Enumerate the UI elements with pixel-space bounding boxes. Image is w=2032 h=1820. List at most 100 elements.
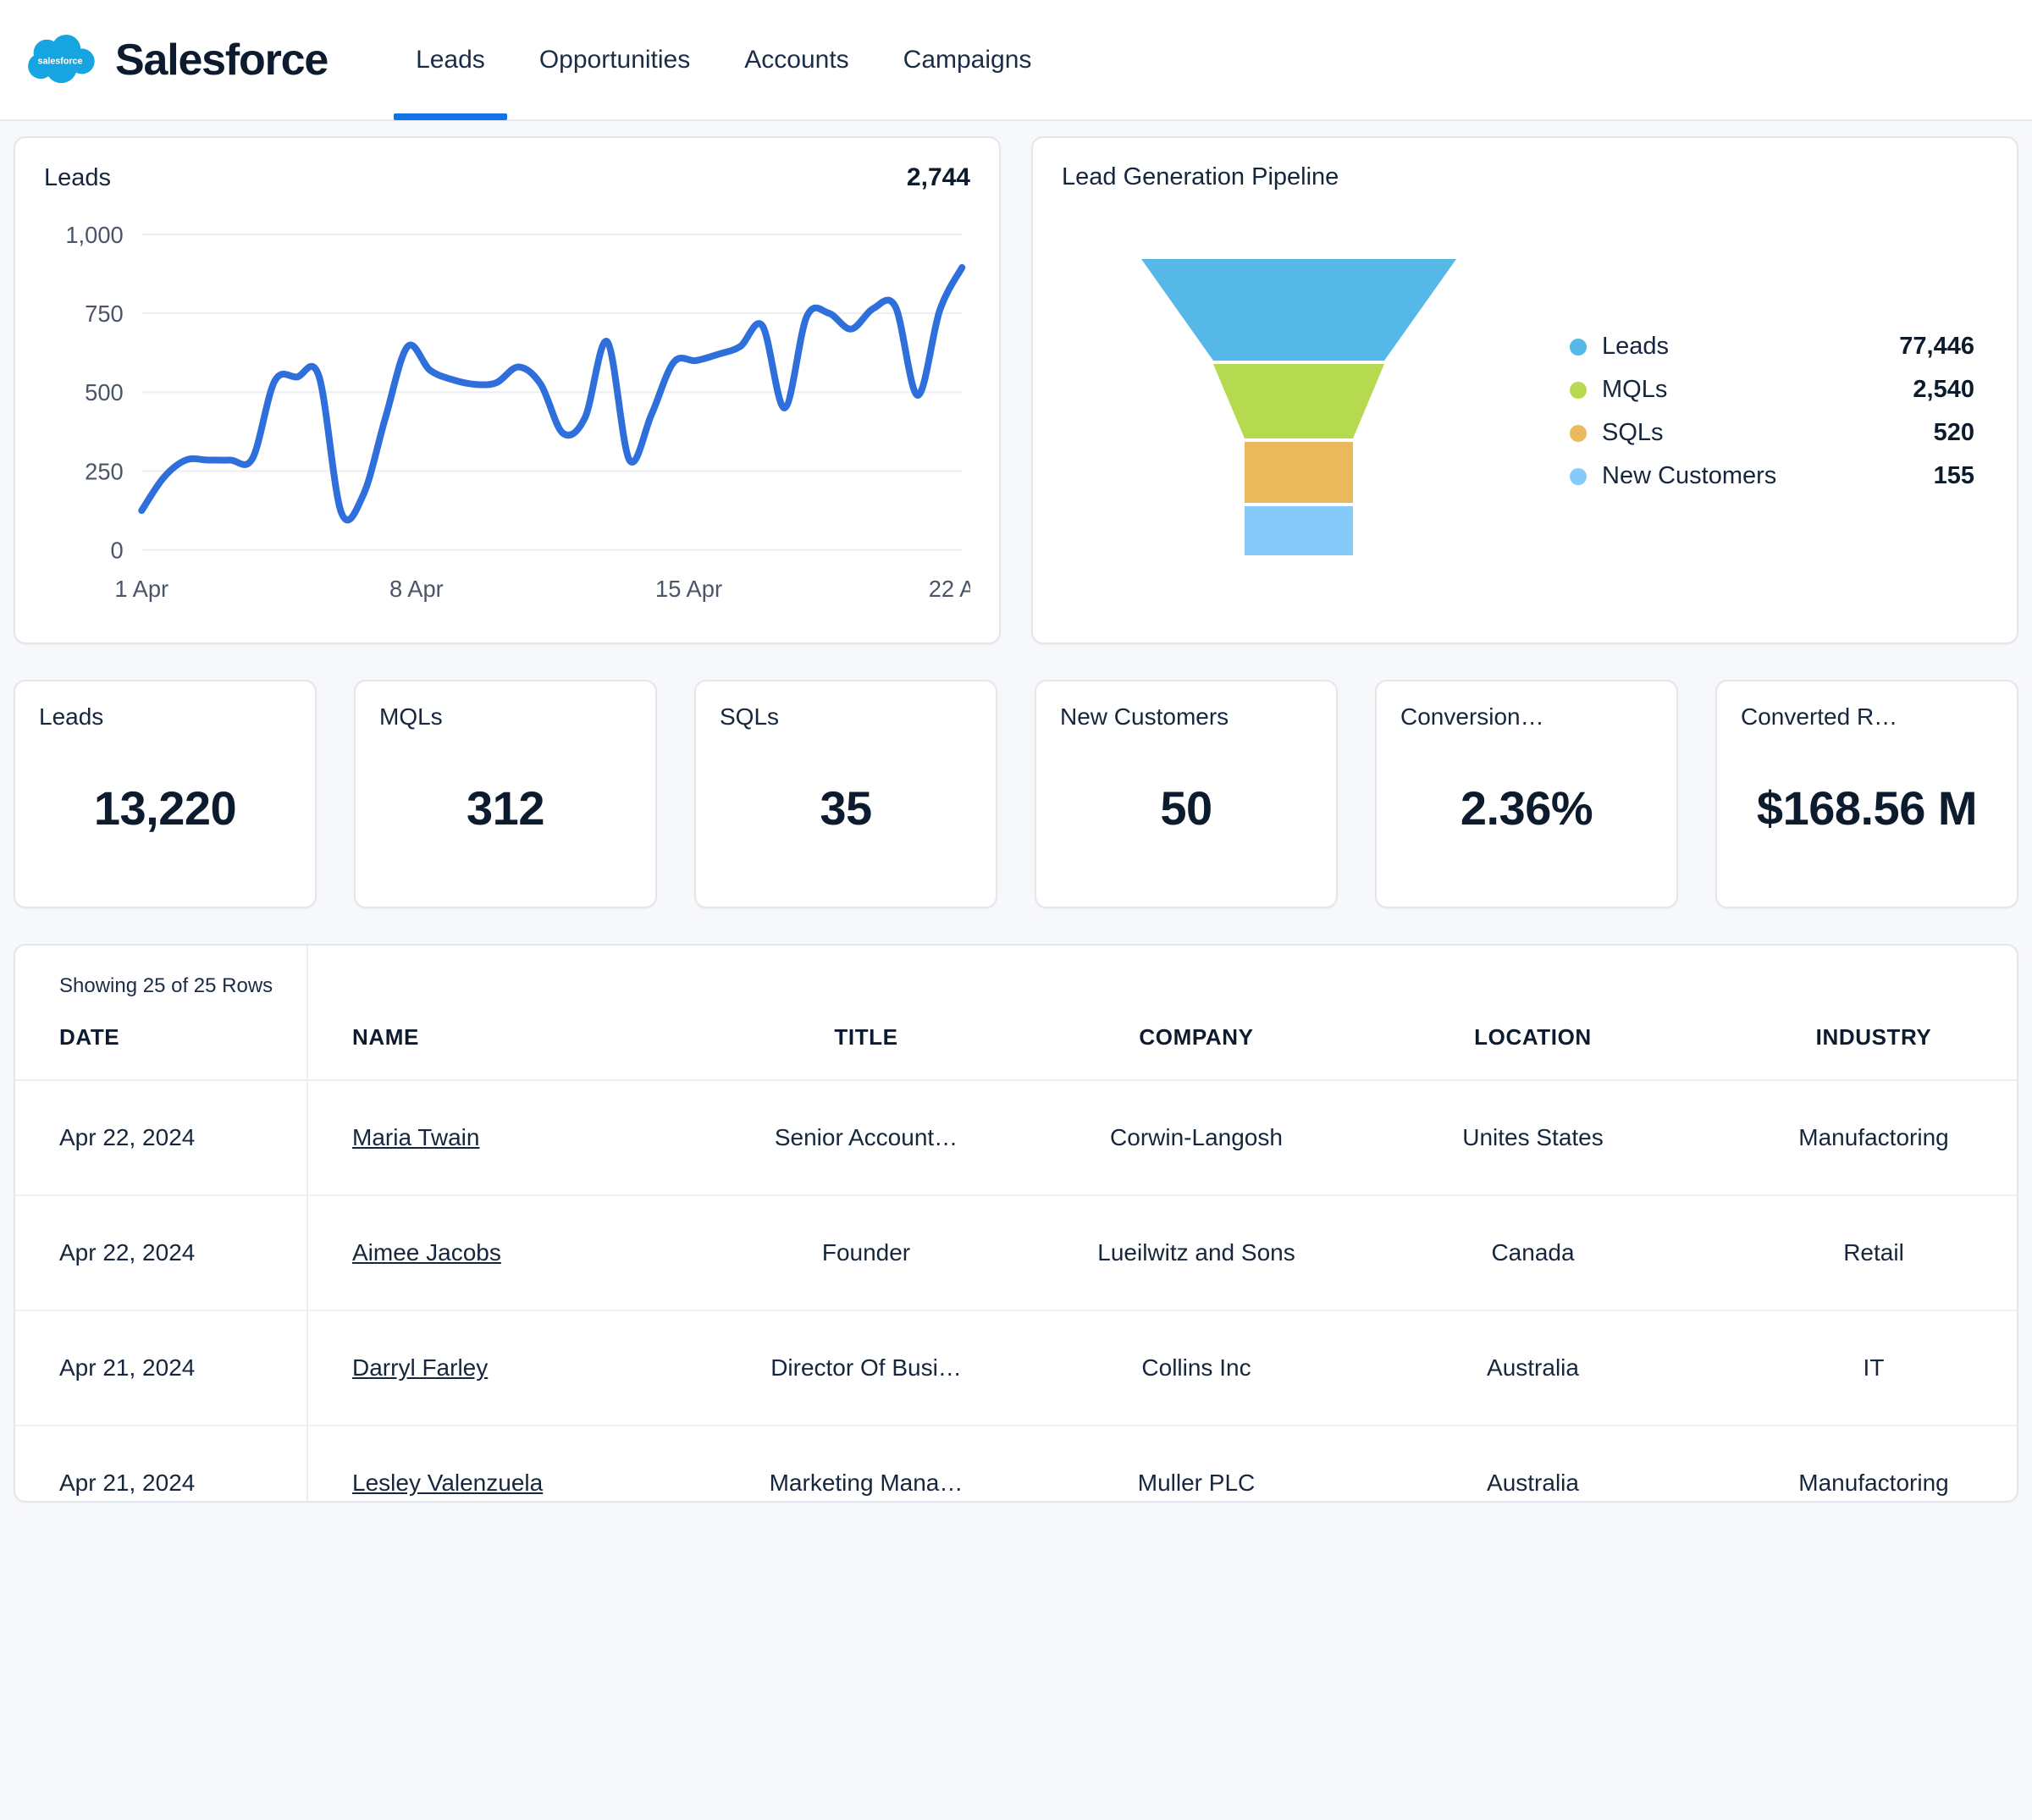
- cell-industry: IT: [1863, 1354, 1885, 1381]
- column-header-label: DATE: [59, 1024, 120, 1050]
- table-row[interactable]: Apr 22, 2024 Maria Twain Senior Account… Co…: [15, 1080, 2017, 1195]
- kpi-label: Leads: [39, 703, 104, 730]
- funnel-body: Leads 77,446 MQLs 2,540 SQLs 520 New Cus…: [1062, 217, 1988, 606]
- column-header-location[interactable]: LOCATION: [1361, 946, 1704, 1080]
- kpi-label: SQLs: [720, 703, 780, 730]
- kpi-label: Conversion…: [1400, 703, 1544, 730]
- legend-value: 77,446: [1899, 333, 1974, 360]
- cell-location: Unites States: [1462, 1124, 1604, 1150]
- kpi-row: Leads 13,220 MQLs 312 SQLs 35 New Custom…: [14, 680, 2018, 908]
- cell-name: Aimee Jacobs: [307, 1195, 701, 1310]
- legend-value: 2,540: [1913, 376, 1974, 403]
- column-header-label: LOCATION: [1474, 1024, 1592, 1050]
- lead-name-link[interactable]: Lesley Valenzuela: [352, 1470, 543, 1496]
- kpi-card-conversion[interactable]: Conversion… 2.36%: [1375, 680, 1678, 908]
- tab-opportunities[interactable]: Opportunities: [512, 0, 717, 120]
- leads-chart-total: 2,744: [906, 163, 970, 191]
- column-header-date[interactable]: DATE: [15, 946, 308, 1080]
- cell-title: Marketing Mana…: [769, 1470, 964, 1496]
- legend-item-mqls[interactable]: MQLs 2,540: [1570, 376, 1974, 404]
- kpi-label: MQLs: [379, 703, 443, 730]
- cell-location: Canada: [1491, 1239, 1575, 1266]
- column-header-industry[interactable]: INDUSTRY: [1704, 946, 2017, 1080]
- tab-accounts[interactable]: Accounts: [717, 0, 875, 120]
- cell-title: Director Of Busi…: [770, 1354, 962, 1381]
- legend-item-leads[interactable]: Leads 77,446: [1570, 333, 1974, 361]
- rows-count-note: Showing 25 of 25 Rows: [59, 974, 273, 997]
- table-row[interactable]: Apr 21, 2024 Lesley Valenzuela Marketing M…: [15, 1426, 2017, 1501]
- tab-campaigns[interactable]: Campaigns: [876, 0, 1059, 120]
- kpi-card-sqls[interactable]: SQLs 35: [694, 680, 997, 908]
- cell-company: Muller PLC: [1137, 1470, 1256, 1496]
- legend-item-new-customers[interactable]: New Customers 155: [1570, 462, 1974, 490]
- tab-campaigns-label: Campaigns: [903, 45, 1032, 74]
- lead-name-link[interactable]: Darryl Farley: [352, 1354, 488, 1381]
- leads-chart-header: Leads 2,744: [44, 163, 970, 192]
- legend-dot-icon: [1570, 381, 1587, 399]
- cell-title: Senior Account…: [774, 1124, 958, 1150]
- lead-name-link[interactable]: Maria Twain: [352, 1124, 479, 1150]
- svg-text:750: 750: [85, 301, 124, 327]
- cell-industry: Retail: [1843, 1239, 1904, 1266]
- cell-location: Australia: [1487, 1470, 1579, 1496]
- lead-generation-pipeline-card: Lead Generation Pipeline Leads 77,446 MQ…: [1031, 136, 2018, 644]
- kpi-value: 35: [820, 780, 872, 835]
- svg-text:0: 0: [111, 537, 124, 563]
- kpi-value: 13,220: [93, 780, 237, 835]
- charts-row: Leads 2,744 0 250 500 750 1,000 1 Apr 8 Apr 15 …: [14, 136, 2018, 644]
- kpi-card-leads[interactable]: Leads 13,220: [14, 680, 317, 908]
- kpi-card-new-customers[interactable]: New Customers 50: [1035, 680, 1338, 908]
- svg-text:15 Apr: 15 Apr: [655, 576, 722, 602]
- legend-item-sqls[interactable]: SQLs 520: [1570, 419, 1974, 447]
- kpi-label: Converted R…: [1741, 703, 1898, 730]
- leads-plot-area: 0 250 500 750 1,000 1 Apr 8 Apr 15 Apr 22 Apr: [44, 219, 970, 622]
- leads-chart-title: Leads: [44, 164, 112, 191]
- cell-company: Corwin-Langosh: [1110, 1124, 1283, 1150]
- svg-text:1,000: 1,000: [65, 222, 123, 248]
- funnel-graphic-box: [1062, 217, 1536, 606]
- salesforce-logo-text: salesforce: [38, 56, 83, 66]
- tab-leads[interactable]: Leads: [389, 0, 512, 120]
- leads-line-chart-card: Leads 2,744 0 250 500 750 1,000 1 Apr 8 Apr 15 …: [14, 136, 1001, 644]
- legend-label: Leads: [1602, 333, 1670, 360]
- column-header-label: NAME: [352, 1024, 419, 1050]
- dashboard-body: Leads 2,744 0 250 500 750 1,000 1 Apr 8 Apr 15 …: [0, 121, 2032, 1503]
- cell-name: Maria Twain: [307, 1080, 701, 1195]
- kpi-value: 312: [467, 780, 544, 835]
- kpi-label: New Customers: [1060, 703, 1229, 730]
- kpi-value: 2.36%: [1460, 780, 1593, 835]
- svg-text:500: 500: [85, 379, 124, 405]
- funnel-segment-leads[interactable]: [1141, 259, 1456, 361]
- funnel-legend: Leads 77,446 MQLs 2,540 SQLs 520 New Cus…: [1570, 333, 1974, 490]
- column-header-title[interactable]: TITLE: [701, 946, 1031, 1080]
- kpi-card-mqls[interactable]: MQLs 312: [354, 680, 657, 908]
- cell-industry: Manufactoring: [1798, 1124, 1949, 1150]
- column-header-company[interactable]: COMPANY: [1031, 946, 1361, 1080]
- table-header: DATE NAME TITLE COMPANY LOCATION INDUSTR…: [15, 946, 2017, 1080]
- legend-value: 155: [1933, 462, 1974, 489]
- table-body: Apr 22, 2024 Maria Twain Senior Account… Co…: [15, 1080, 2017, 1501]
- kpi-card-converted-revenue[interactable]: Converted R… $168.56 M: [1715, 680, 2018, 908]
- lead-name-link[interactable]: Aimee Jacobs: [352, 1239, 501, 1266]
- funnel-segment-new-customers[interactable]: [1245, 506, 1353, 555]
- table-row[interactable]: Apr 22, 2024 Aimee Jacobs Founder Lueilwitz…: [15, 1195, 2017, 1310]
- legend-label: MQLs: [1602, 376, 1668, 403]
- top-navigation-bar: salesforce Salesforce Leads Opportunitie…: [0, 0, 2032, 121]
- column-header-label: COMPANY: [1139, 1024, 1254, 1050]
- column-header-name[interactable]: NAME: [307, 946, 701, 1080]
- cell-company: Lueilwitz and Sons: [1097, 1239, 1295, 1266]
- funnel-segment-mqls[interactable]: [1213, 364, 1384, 438]
- legend-value: 520: [1933, 419, 1974, 446]
- column-header-label: TITLE: [834, 1024, 898, 1050]
- legend-dot-icon: [1570, 467, 1587, 485]
- legend-label: New Customers: [1602, 462, 1777, 489]
- legend-dot-icon: [1570, 424, 1587, 442]
- funnel-segment-sqls[interactable]: [1245, 442, 1353, 503]
- kpi-value: $168.56 M: [1756, 780, 1978, 835]
- cell-title: Founder: [821, 1239, 911, 1266]
- leads-line-plot: 0 250 500 750 1,000 1 Apr 8 Apr 15 Apr 22 Apr: [65, 222, 970, 603]
- nav-tabs: Leads Opportunities Accounts Campaigns: [389, 0, 1058, 120]
- legend-label: SQLs: [1602, 419, 1664, 446]
- table-row[interactable]: Apr 21, 2024 Darryl Farley Director Of Bus…: [15, 1310, 2017, 1426]
- kpi-value: 50: [1160, 780, 1212, 835]
